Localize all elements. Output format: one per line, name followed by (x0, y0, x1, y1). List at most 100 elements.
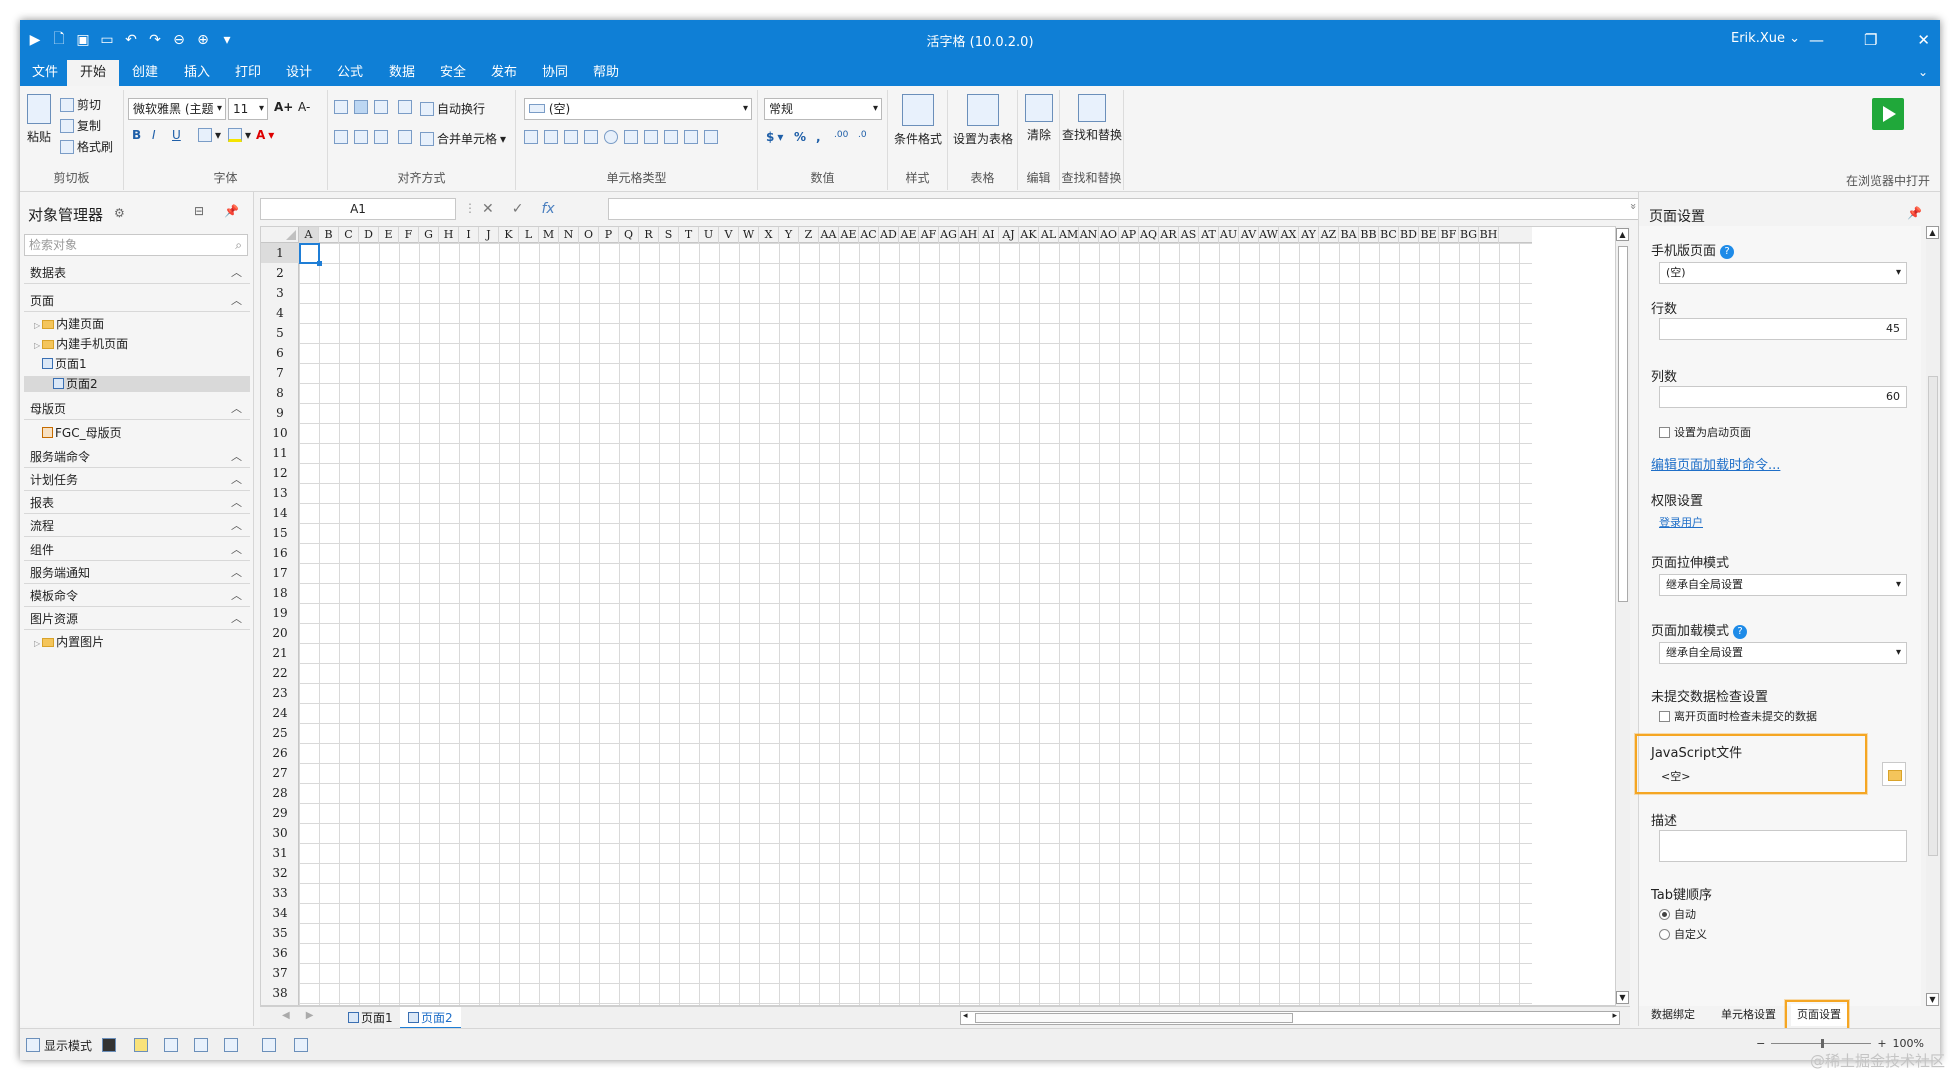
section-server-cmd[interactable]: 服务端命令 ︿ (24, 446, 250, 468)
column-header-cell[interactable]: B (319, 227, 339, 243)
tab-cell-settings[interactable]: 单元格设置 (1721, 1004, 1776, 1026)
wrap-text-button[interactable]: 自动换行 (420, 100, 485, 117)
column-header-cell[interactable]: AE (899, 227, 919, 243)
column-header-cell[interactable]: L (519, 227, 539, 243)
pin-icon[interactable]: 📌 (1907, 206, 1922, 220)
terminal-icon[interactable] (102, 1038, 116, 1052)
section-scheduled[interactable]: 计划任务 ︿ (24, 469, 250, 491)
section-image-res[interactable]: 图片资源 ︿ (24, 608, 250, 630)
row-header-cell[interactable]: 33 (261, 883, 299, 903)
list-icon[interactable] (294, 1038, 308, 1052)
zoom-out-icon[interactable]: − (1756, 1037, 1765, 1050)
next-tab-icon[interactable]: ▶ (306, 1010, 314, 1021)
column-header-cell[interactable]: I (459, 227, 479, 243)
column-header-cell[interactable]: AW (1259, 227, 1279, 243)
label-type-icon[interactable] (564, 130, 578, 144)
find-replace-button[interactable]: 查找和替换 (1062, 94, 1122, 143)
column-header-cell[interactable]: C (339, 227, 359, 243)
column-header-cell[interactable]: V (719, 227, 739, 243)
font-size-select[interactable]: 11 (228, 98, 268, 120)
column-header-cell[interactable]: F (399, 227, 419, 243)
tab-security[interactable]: 安全 (428, 60, 478, 86)
column-header-cell[interactable]: Y (779, 227, 799, 243)
cols-input[interactable]: 60 (1659, 386, 1907, 408)
copy-button[interactable]: 复制 (60, 117, 101, 134)
collapse-ribbon-icon[interactable]: ⌄ (1918, 65, 1928, 79)
column-header-cell[interactable]: AL (1039, 227, 1059, 243)
align-right-button[interactable] (374, 130, 388, 144)
column-header-cell[interactable]: AQ (1139, 227, 1159, 243)
collapse-all-icon[interactable]: ⊟ (194, 204, 204, 218)
column-header-cell[interactable]: BG (1459, 227, 1479, 243)
prev-tab-icon[interactable]: ◀ (282, 1010, 290, 1021)
row-header-cell[interactable]: 5 (261, 323, 299, 343)
tab-print[interactable]: 打印 (223, 60, 273, 86)
align-middle-button[interactable] (354, 100, 368, 114)
section-data-table[interactable]: 数据表 ︿ (24, 262, 250, 284)
bulb-icon[interactable] (134, 1038, 148, 1052)
row-header-cell[interactable]: 36 (261, 943, 299, 963)
tree-item-builtin-mobile[interactable]: ▷ 内建手机页面 (34, 336, 128, 352)
row-header-cell[interactable]: 3 (261, 283, 299, 303)
user-menu[interactable]: Erik.Xue ⌄ (1731, 31, 1800, 46)
row-header-cell[interactable]: 10 (261, 423, 299, 443)
spreadsheet[interactable]: A B C D E F G H I J K L M N O P Q R S T U V W X Y Z AA AE AC AD AE AF AG… (260, 226, 1630, 1006)
horizontal-scrollbar[interactable]: ◂ ▸ (960, 1011, 1620, 1025)
section-master[interactable]: 母版页 ︿ (24, 398, 250, 420)
tab-formula[interactable]: 公式 (325, 60, 375, 86)
decrease-decimal-button[interactable]: .0 (858, 130, 867, 140)
tree-item-page2[interactable]: 页面2 (24, 376, 250, 392)
number-format-select[interactable]: 常规 (764, 98, 882, 120)
format-painter-button[interactable]: 格式刷 (60, 138, 113, 155)
column-header-cell[interactable]: D (359, 227, 379, 243)
login-user-link[interactable]: 登录用户 (1659, 514, 1703, 530)
row-header-cell[interactable]: 30 (261, 823, 299, 843)
column-header-cell[interactable]: AN (1079, 227, 1099, 243)
column-header-cell[interactable]: AS (1179, 227, 1199, 243)
section-page[interactable]: 页面 ︿ (24, 290, 250, 312)
run-in-browser-icon[interactable] (1872, 98, 1904, 130)
settings-scrollbar[interactable]: ▲ ▼ (1926, 226, 1940, 1006)
increase-decimal-button[interactable]: .00 (834, 130, 848, 140)
tab-data[interactable]: 数据 (377, 60, 427, 86)
column-header-cell[interactable]: O (579, 227, 599, 243)
column-header-cell[interactable]: P (599, 227, 619, 243)
outdent-button[interactable] (398, 130, 412, 144)
help-icon[interactable]: ? (1720, 245, 1735, 259)
radio-type-icon[interactable] (604, 130, 618, 144)
column-header-cell[interactable]: AK (1019, 227, 1039, 243)
column-header-cell[interactable]: S (659, 227, 679, 243)
pin-icon[interactable]: 📌 (224, 204, 239, 218)
column-header-cell[interactable]: N (559, 227, 579, 243)
tab-data-binding[interactable]: 数据绑定 (1651, 1004, 1695, 1026)
align-left-button[interactable] (334, 130, 348, 144)
column-header-cell[interactable]: AO (1099, 227, 1119, 243)
row-header-cell[interactable]: 37 (261, 963, 299, 983)
tree-item-fgc-master[interactable]: FGC_母版页 (34, 425, 122, 441)
tab-collab[interactable]: 协同 (530, 60, 580, 86)
sheet-tab-page2[interactable]: 页面2 (400, 1007, 461, 1029)
sheet-tab-page1[interactable]: 页面1 (340, 1007, 401, 1029)
column-header-cell[interactable]: AA (819, 227, 839, 243)
tab-design[interactable]: 设计 (274, 60, 324, 86)
row-header-cell[interactable]: 25 (261, 723, 299, 743)
section-server-notify[interactable]: 服务端通知 ︿ (24, 562, 250, 584)
unsubmitted-checkbox[interactable]: 离开页面时检查未提交的数据 (1659, 710, 1817, 724)
display-mode-label[interactable]: 显示模式 (44, 1037, 92, 1054)
search-input[interactable]: 检索对象 ⌕ (24, 234, 248, 256)
column-header-cell[interactable]: AZ (1319, 227, 1339, 243)
clear-button[interactable]: 清除 (1022, 94, 1056, 143)
combobox-type-icon[interactable] (644, 130, 658, 144)
scroll-down-icon[interactable]: ▼ (1616, 991, 1629, 1004)
select-all-corner[interactable] (261, 227, 299, 243)
column-header-cell[interactable]: AP (1119, 227, 1139, 243)
shrink-font-button[interactable]: A- (298, 100, 310, 114)
row-header-cell[interactable]: 34 (261, 903, 299, 923)
row-header-cell[interactable]: 9 (261, 403, 299, 423)
celltype-select[interactable]: (空) (524, 98, 752, 120)
vertical-scrollbar[interactable]: ▲ ▼ (1615, 226, 1630, 1006)
database-icon[interactable] (224, 1038, 238, 1052)
grow-font-button[interactable]: A+ (274, 100, 293, 114)
border-button[interactable]: ▾ (198, 128, 221, 142)
row-header-cell[interactable]: 28 (261, 783, 299, 803)
